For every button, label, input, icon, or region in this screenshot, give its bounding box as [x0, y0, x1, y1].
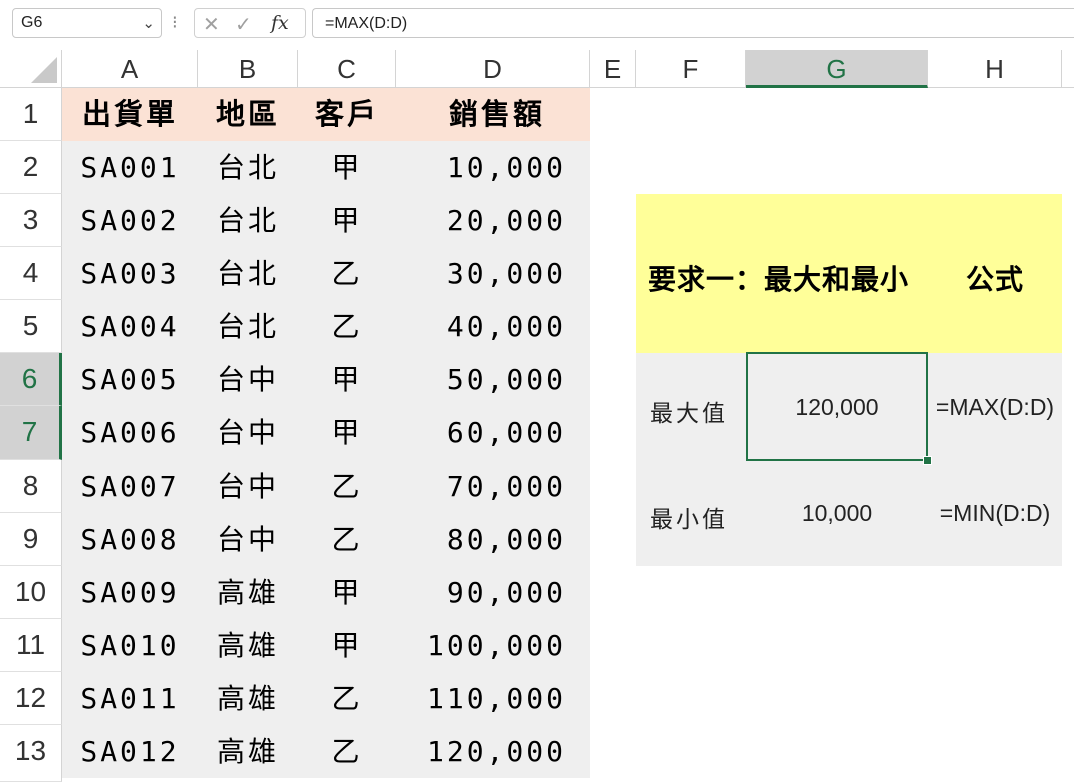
- header-cell-region[interactable]: 地區: [198, 88, 298, 141]
- header-cell-customer[interactable]: 客戶: [298, 88, 396, 141]
- cell-sales[interactable]: 80,000: [396, 513, 590, 566]
- row-header-4[interactable]: 4: [0, 247, 62, 300]
- active-cell-border: [746, 352, 928, 461]
- cell-sales[interactable]: 120,000: [396, 725, 590, 778]
- row-header-10[interactable]: 10: [0, 566, 62, 619]
- cell-order[interactable]: SA011: [62, 672, 198, 725]
- row-header-7[interactable]: 7: [0, 406, 62, 460]
- row-header-9[interactable]: 9: [0, 513, 62, 566]
- min-formula-cell[interactable]: =MIN(D:D): [928, 500, 1062, 527]
- max-formula-cell[interactable]: =MAX(D:D): [928, 394, 1062, 421]
- cell-customer[interactable]: 乙: [298, 513, 396, 566]
- insert-function-icon[interactable]: fx: [271, 12, 289, 34]
- fill-handle[interactable]: [923, 456, 932, 465]
- cell-region[interactable]: 高雄: [198, 725, 298, 778]
- cell-region[interactable]: 台中: [198, 460, 298, 513]
- select-all-corner[interactable]: [0, 50, 62, 88]
- cell-region[interactable]: 高雄: [198, 672, 298, 725]
- cell-region[interactable]: 台北: [198, 194, 298, 247]
- header-cell-sales[interactable]: 銷售額: [396, 88, 590, 141]
- header-cell-order[interactable]: 出貨單: [62, 88, 198, 141]
- cell-customer[interactable]: 甲: [298, 141, 396, 194]
- cell-order[interactable]: SA003: [62, 247, 198, 300]
- cell-region[interactable]: 高雄: [198, 619, 298, 672]
- row-header-1[interactable]: 1: [0, 88, 62, 141]
- cell-sales[interactable]: 20,000: [396, 194, 590, 247]
- summary-formula-header: 公式: [966, 263, 1025, 296]
- column-header-b[interactable]: B: [198, 50, 298, 88]
- cell-region[interactable]: 台北: [198, 247, 298, 300]
- column-header-overflow: [1062, 50, 1074, 88]
- cell-region[interactable]: 台中: [198, 353, 298, 406]
- cell-customer[interactable]: 乙: [298, 300, 396, 353]
- cell-customer[interactable]: 乙: [298, 725, 396, 778]
- cell-region[interactable]: 台北: [198, 141, 298, 194]
- cell-customer[interactable]: 甲: [298, 566, 396, 619]
- cell-customer[interactable]: 甲: [298, 194, 396, 247]
- cell-order[interactable]: SA010: [62, 619, 198, 672]
- row-header-11[interactable]: 11: [0, 619, 62, 672]
- cell-order[interactable]: SA001: [62, 141, 198, 194]
- column-header-f[interactable]: F: [636, 50, 746, 88]
- cell-order[interactable]: SA008: [62, 513, 198, 566]
- cell-region[interactable]: 台中: [198, 406, 298, 460]
- column-header-a[interactable]: A: [62, 50, 198, 88]
- column-header-h[interactable]: H: [928, 50, 1062, 88]
- formula-buttons: ✕ ✓ fx: [194, 8, 306, 38]
- drag-handle-icon[interactable]: ⁝: [172, 10, 178, 36]
- name-box-value[interactable]: G6: [21, 14, 42, 32]
- cell-order[interactable]: SA009: [62, 566, 198, 619]
- column-header-g[interactable]: G: [746, 50, 928, 88]
- min-label: 最小值: [650, 507, 728, 533]
- cell-sales[interactable]: 50,000: [396, 353, 590, 406]
- cell-order[interactable]: SA012: [62, 725, 198, 778]
- cell-customer[interactable]: 乙: [298, 672, 396, 725]
- name-box[interactable]: G6 ⌄: [12, 8, 162, 38]
- cell-sales[interactable]: 10,000: [396, 141, 590, 194]
- cell-sales[interactable]: 70,000: [396, 460, 590, 513]
- row-header-13[interactable]: 13: [0, 725, 62, 782]
- row-header-5[interactable]: 5: [0, 300, 62, 353]
- cell-customer[interactable]: 乙: [298, 247, 396, 300]
- max-label: 最大值: [650, 401, 728, 427]
- cell-customer[interactable]: 甲: [298, 353, 396, 406]
- formula-bar: G6 ⌄ ⁝ ✕ ✓ fx =MAX(D:D): [0, 0, 1074, 50]
- cell-sales[interactable]: 100,000: [396, 619, 590, 672]
- cell-sales[interactable]: 110,000: [396, 672, 590, 725]
- cell-sales[interactable]: 40,000: [396, 300, 590, 353]
- row-header-2[interactable]: 2: [0, 141, 62, 194]
- chevron-down-icon[interactable]: ⌄: [142, 14, 155, 32]
- column-header-e[interactable]: E: [590, 50, 636, 88]
- cell-order[interactable]: SA007: [62, 460, 198, 513]
- formula-text[interactable]: =MAX(D:D): [325, 15, 407, 33]
- cell-region[interactable]: 高雄: [198, 566, 298, 619]
- enter-icon[interactable]: ✓: [235, 12, 252, 36]
- cell-sales[interactable]: 90,000: [396, 566, 590, 619]
- cell-region[interactable]: 台北: [198, 300, 298, 353]
- cell-region[interactable]: 台中: [198, 513, 298, 566]
- cell-order[interactable]: SA006: [62, 406, 198, 460]
- cancel-icon[interactable]: ✕: [203, 12, 220, 36]
- row-header-6[interactable]: 6: [0, 353, 62, 406]
- cell-order[interactable]: SA002: [62, 194, 198, 247]
- column-header-c[interactable]: C: [298, 50, 396, 88]
- row-header-8[interactable]: 8: [0, 460, 62, 513]
- cell-order[interactable]: SA005: [62, 353, 198, 406]
- cell-customer[interactable]: 甲: [298, 406, 396, 460]
- cell-customer[interactable]: 甲: [298, 619, 396, 672]
- cell-customer[interactable]: 乙: [298, 460, 396, 513]
- cell-sales[interactable]: 30,000: [396, 247, 590, 300]
- cell-order[interactable]: SA004: [62, 300, 198, 353]
- formula-input[interactable]: =MAX(D:D): [312, 8, 1074, 38]
- row-header-12[interactable]: 12: [0, 672, 62, 725]
- row-header-3[interactable]: 3: [0, 194, 62, 247]
- select-all-icon: [31, 57, 57, 83]
- summary-title: 要求一：最大和最小: [648, 263, 910, 296]
- min-value-cell[interactable]: 10,000: [746, 500, 928, 527]
- column-header-d[interactable]: D: [396, 50, 590, 88]
- cell-sales[interactable]: 60,000: [396, 406, 590, 460]
